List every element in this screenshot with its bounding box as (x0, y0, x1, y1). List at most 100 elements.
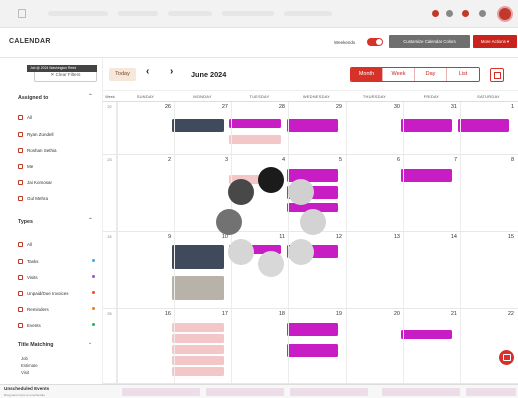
day-cell-date[interactable]: 21 (437, 311, 457, 317)
day-cell-date[interactable]: 2 (151, 157, 171, 163)
view-day-button[interactable]: Day (415, 68, 447, 81)
weekends-label: Weekends (334, 40, 356, 45)
chat-button[interactable] (499, 350, 514, 365)
menu-icon[interactable] (18, 9, 26, 18)
assignee-filter-item[interactable]: Roshan Sethia (18, 146, 57, 154)
chevron-up-icon[interactable]: ⌃ (88, 217, 93, 224)
assignee-label: Roshan Sethia (27, 147, 57, 153)
day-cell-date[interactable]: 14 (437, 234, 457, 240)
day-cell-date[interactable]: 1 (494, 104, 514, 110)
blurred-nav (118, 11, 158, 16)
assignee-filter-item[interactable]: All (18, 113, 32, 121)
day-cell-date[interactable]: 26 (151, 104, 171, 110)
assignee-filter-item[interactable]: Me (18, 162, 33, 170)
type-filter-item[interactable]: Events (18, 321, 41, 329)
type-filter-item[interactable]: Unpaid/Due Invoices (18, 289, 69, 297)
unscheduled-event[interactable] (122, 388, 200, 396)
day-cell-date[interactable]: 4 (265, 157, 285, 163)
week-number: 23 (103, 155, 117, 231)
calendar-icon (18, 258, 23, 264)
view-list-button[interactable]: List (447, 68, 479, 81)
unscheduled-event[interactable] (382, 388, 460, 396)
next-arrow-icon[interactable]: › (170, 66, 173, 77)
avatar[interactable] (497, 6, 513, 22)
spinner-dot (228, 239, 254, 265)
today-button[interactable]: Today (109, 68, 136, 81)
unscheduled-events-bar: Unscheduled Events Drag items here to un… (0, 384, 518, 398)
assignee-filter-item[interactable]: Gul Mehra (18, 194, 48, 202)
day-cell-date[interactable]: 17 (208, 311, 228, 317)
view-switcher: Month Week Day List (350, 67, 480, 82)
unscheduled-event[interactable] (290, 388, 368, 396)
title-matching-item[interactable]: Estimate (21, 363, 38, 368)
type-label: All (27, 241, 33, 247)
assignee-tooltip: Job @ 2024 Washington Reed (27, 65, 97, 72)
day-cell-date[interactable]: 31 (437, 104, 457, 110)
day-cell-date[interactable]: 6 (380, 157, 400, 163)
type-filter-item[interactable]: All (18, 240, 32, 248)
calendar-icon (18, 131, 23, 137)
unscheduled-event[interactable] (206, 388, 284, 396)
day-cell-date[interactable]: 18 (265, 311, 285, 317)
calendar-toolbar: Today ‹ › June 2024 Month Week Day List (103, 58, 518, 90)
type-filter-item[interactable]: Reminders (18, 305, 49, 313)
date-picker-icon[interactable] (490, 68, 504, 82)
day-cell-date[interactable]: 9 (151, 234, 171, 240)
week-number: 22 (103, 102, 117, 154)
week-row: 22 26 27 28 29 30 31 1 (103, 102, 518, 155)
spinner-dot (228, 179, 254, 205)
day-cell-date[interactable]: 30 (380, 104, 400, 110)
chevron-up-icon[interactable]: ⌃ (88, 93, 93, 100)
assigned-section-title: Assigned to (18, 95, 49, 101)
title-matching-item[interactable]: Job (21, 356, 28, 361)
chevron-down-icon[interactable]: ⌄ (88, 340, 92, 346)
day-cell-date[interactable]: 13 (380, 234, 400, 240)
day-cell-date[interactable]: 3 (208, 157, 228, 163)
calendar-icon (18, 290, 23, 296)
type-label: Unpaid/Due Invoices (27, 290, 69, 296)
view-month-button[interactable]: Month (351, 68, 383, 81)
view-week-button[interactable]: Week (383, 68, 415, 81)
title-matching-title: Title Matching (18, 342, 54, 348)
types-section-title: Types (18, 219, 33, 225)
loading-spinner (216, 167, 328, 277)
day-cell-date[interactable]: 19 (322, 311, 342, 317)
type-label: Visits (27, 274, 38, 280)
calendar-icon (18, 274, 23, 280)
day-cell-date[interactable]: 28 (265, 104, 285, 110)
page-title: CALENDAR (9, 38, 51, 45)
title-matching-item[interactable]: Visit (21, 370, 29, 375)
day-cell-date[interactable]: 8 (494, 157, 514, 163)
notification-icon[interactable] (432, 10, 439, 17)
type-filter-item[interactable]: Tasks (18, 257, 39, 265)
assignee-filter-item[interactable]: Jai Komosar (18, 178, 52, 186)
calendar-icon (18, 241, 23, 247)
day-cell-date[interactable]: 16 (151, 311, 171, 317)
day-cell-date[interactable]: 20 (380, 311, 400, 317)
week-number: 24 (103, 232, 117, 308)
top-bar (0, 0, 518, 28)
type-filter-item[interactable]: Visits (18, 273, 38, 281)
weekends-toggle[interactable] (367, 38, 383, 46)
day-cell-date[interactable]: 29 (322, 104, 342, 110)
settings-icon[interactable] (479, 10, 486, 17)
calendar-icon (18, 147, 23, 153)
day-cell-date[interactable]: 27 (208, 104, 228, 110)
assignee-filter-item[interactable]: Ryan Zundell (18, 130, 54, 138)
more-actions-button[interactable]: More Actions ▾ (473, 35, 517, 48)
unscheduled-event[interactable] (466, 388, 516, 396)
day-cell-date[interactable]: 15 (494, 234, 514, 240)
day-cell-date[interactable]: 5 (322, 157, 342, 163)
weekday-header: Week SUNDAY MONDAY TUESDAY WEDNESDAY THURSDA… (103, 90, 518, 102)
day-cell-date[interactable]: 7 (437, 157, 457, 163)
help-icon[interactable] (446, 10, 453, 17)
spinner-dot (300, 209, 326, 235)
day-cell-date[interactable]: 22 (494, 311, 514, 317)
blurred-nav (168, 11, 212, 16)
chart-icon[interactable] (462, 10, 469, 17)
customize-colors-button[interactable]: Customize Calendar Colors (389, 35, 470, 48)
month-title: June 2024 (191, 70, 227, 79)
spinner-dot (258, 167, 284, 193)
spinner-dot (288, 179, 314, 205)
prev-arrow-icon[interactable]: ‹ (146, 66, 149, 77)
